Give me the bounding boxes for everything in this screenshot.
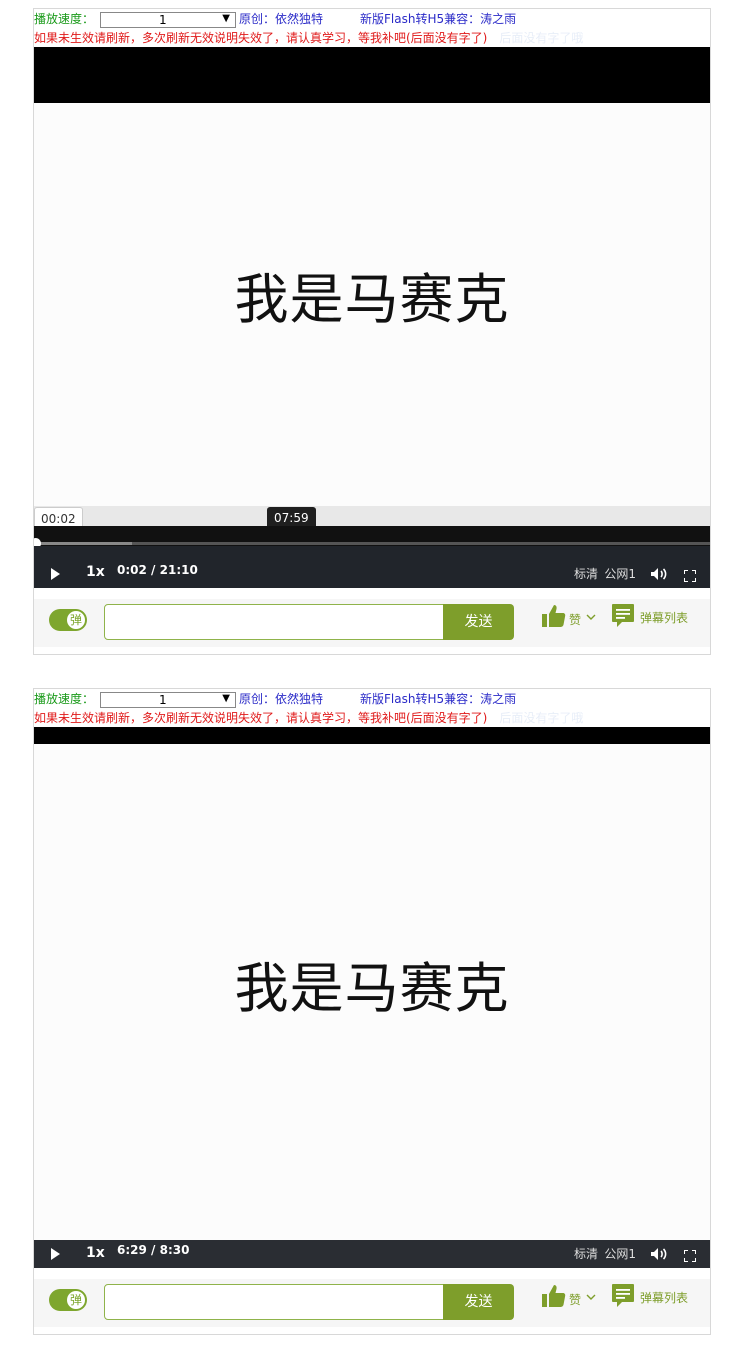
danmu-input[interactable]	[104, 604, 444, 640]
playback-rate-button[interactable]: 1x	[86, 1245, 105, 1261]
control-bar: 1x 0:02 / 21:10 标清 公网1	[34, 546, 710, 588]
thumbs-up-icon[interactable]	[541, 1283, 567, 1309]
speed-label: 播放速度：	[34, 12, 95, 26]
progress-track[interactable]	[34, 538, 710, 549]
warning-text: 如果未生效请刷新，多次刷新无效说明失效了，请认真学习，等我补吧(后面没有字了) 后…	[34, 30, 583, 47]
playback-rate-button[interactable]: 1x	[86, 564, 105, 580]
dropdown-arrow-icon: ▼	[222, 693, 230, 704]
progress-bar[interactable]	[34, 526, 710, 549]
speed-row: 播放速度： 1 ▼ 原创：依然独特 新版Flash转H5兼容：涛之雨	[34, 690, 710, 709]
line-button[interactable]: 公网1	[604, 1245, 636, 1262]
chevron-down-icon[interactable]	[585, 1288, 597, 1300]
volume-icon[interactable]	[650, 566, 668, 580]
credit-h5: 新版Flash转H5兼容：涛之雨	[360, 692, 517, 706]
progress-buffered	[34, 542, 133, 545]
danmu-bar: 弹 发送 赞 弹幕列表	[34, 599, 710, 647]
like-label[interactable]: 赞	[569, 1291, 581, 1308]
time-total: 8:30	[159, 1243, 190, 1257]
time-total: 21:10	[159, 563, 198, 577]
credit-original: 原创：依然独特	[239, 12, 324, 26]
speed-row: 播放速度： 1 ▼ 原创：依然独特 新版Flash转H5兼容：涛之雨	[34, 10, 710, 29]
credit-h5: 新版Flash转H5兼容：涛之雨	[360, 12, 517, 26]
like-label[interactable]: 赞	[569, 611, 581, 628]
time-display: 6:29 / 8:30	[117, 1243, 189, 1257]
fullscreen-icon[interactable]	[683, 1247, 697, 1263]
speed-select-value: 1	[159, 693, 167, 707]
control-bar: 1x 6:29 / 8:30 标清 公网1	[34, 1240, 710, 1268]
credit-original: 原创：依然独特	[239, 692, 324, 706]
play-icon[interactable]	[48, 1247, 62, 1261]
progress-hover-zone: 00:02 07:59	[34, 506, 710, 533]
danmu-toggle[interactable]: 弹	[49, 1289, 87, 1311]
play-icon[interactable]	[48, 567, 62, 581]
speed-select-value: 1	[159, 13, 167, 27]
quality-button[interactable]: 标清	[574, 565, 598, 582]
danmu-toggle-label: 弹	[66, 610, 86, 630]
video-top-band	[34, 727, 710, 744]
danmu-list-icon[interactable]	[611, 1283, 635, 1309]
dropdown-arrow-icon: ▼	[222, 13, 230, 24]
warning-text: 如果未生效请刷新，多次刷新无效说明失效了，请认真学习，等我补吧(后面没有字了) 后…	[34, 710, 583, 727]
danmu-list-label[interactable]: 弹幕列表	[640, 609, 688, 626]
warning-faint-text: 后面没有字了哦	[499, 31, 584, 45]
warning-message: 如果未生效请刷新，多次刷新无效说明失效了，请认真学习，等我补吧(后面没有字了)	[34, 711, 488, 725]
speed-label: 播放速度：	[34, 692, 95, 706]
danmu-bar: 弹 发送 赞 弹幕列表	[34, 1279, 710, 1327]
time-display: 0:02 / 21:10	[117, 563, 198, 577]
time-separator: /	[151, 1243, 156, 1257]
fullscreen-icon[interactable]	[683, 567, 697, 583]
player-block-2: 播放速度： 1 ▼ 原创：依然独特 新版Flash转H5兼容：涛之雨 如果未生效…	[33, 688, 711, 1335]
line-button[interactable]: 公网1	[604, 565, 636, 582]
video-screen[interactable]: 我是马赛克	[34, 744, 710, 1240]
danmu-input[interactable]	[104, 1284, 444, 1320]
send-button[interactable]: 发送	[443, 1284, 514, 1320]
player-block-1: 播放速度： 1 ▼ 原创：依然独特 新版Flash转H5兼容：涛之雨 如果未生效…	[33, 8, 711, 655]
volume-icon[interactable]	[650, 1246, 668, 1260]
warning-faint-text: 后面没有字了哦	[499, 711, 584, 725]
speed-select[interactable]: 1 ▼	[100, 692, 236, 708]
video-top-band	[34, 47, 710, 103]
video-subtitle: 我是马赛克	[234, 957, 510, 1020]
warning-message: 如果未生效请刷新，多次刷新无效说明失效了，请认真学习，等我补吧(后面没有字了)	[34, 31, 488, 45]
danmu-toggle-label: 弹	[66, 1290, 86, 1310]
danmu-toggle[interactable]: 弹	[49, 609, 87, 631]
speed-select[interactable]: 1 ▼	[100, 12, 236, 28]
video-screen[interactable]: 我是马赛克	[34, 103, 710, 506]
time-current: 6:29	[117, 1243, 147, 1257]
quality-button[interactable]: 标清	[574, 1245, 598, 1262]
video-subtitle: 我是马赛克	[234, 268, 510, 331]
send-button[interactable]: 发送	[443, 604, 514, 640]
chevron-down-icon[interactable]	[585, 608, 597, 620]
danmu-list-label[interactable]: 弹幕列表	[640, 1289, 688, 1306]
thumbs-up-icon[interactable]	[541, 603, 567, 629]
time-current: 0:02	[117, 563, 147, 577]
time-separator: /	[151, 563, 156, 577]
danmu-list-icon[interactable]	[611, 603, 635, 629]
